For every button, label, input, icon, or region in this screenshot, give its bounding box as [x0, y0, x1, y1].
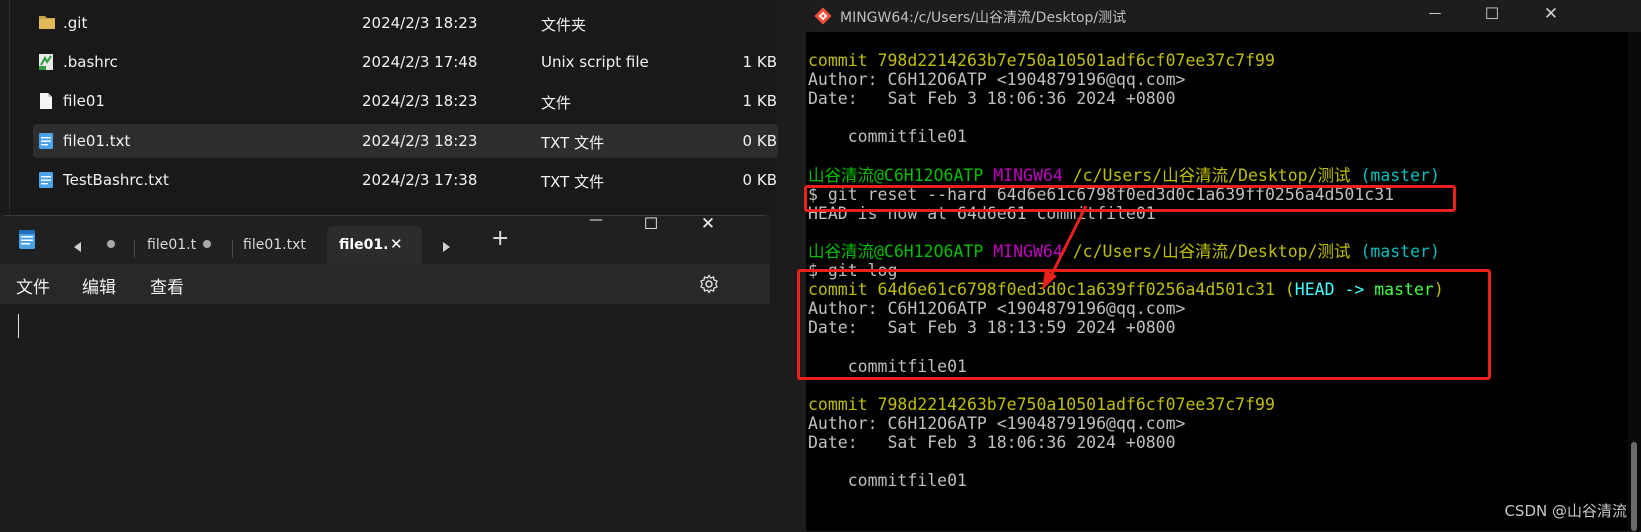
file-date: 2024/2/3 18:23: [362, 132, 478, 150]
notepad-menu-bar: 文件 编辑 查看: [0, 264, 770, 304]
reset-command-highlight: [804, 185, 1456, 212]
file-name: .bashrc: [63, 53, 118, 71]
notepad-text-area[interactable]: [0, 304, 770, 532]
file-date: 2024/2/3 17:38: [362, 171, 478, 189]
file-name: file01: [63, 92, 105, 110]
annotation-arrow: [1042, 205, 1088, 290]
text-file-icon: [38, 171, 54, 189]
tab-close-icon[interactable]: ✕: [390, 235, 403, 253]
file-row[interactable]: file01 2024/2/3 18:23 文件 1 KB: [33, 84, 778, 118]
tab-label: file01.t: [147, 237, 197, 253]
terminal-maximize-button[interactable]: ☐: [1481, 4, 1503, 23]
file-type: Unix script file: [541, 53, 649, 71]
close-button[interactable]: ✕: [697, 214, 719, 234]
menu-view[interactable]: 查看: [150, 273, 184, 298]
head-commit-highlight: [797, 269, 1491, 380]
watermark: CSDN @山谷清流: [1504, 502, 1627, 520]
scrollbar-thumb[interactable]: [1631, 442, 1637, 531]
script-file-icon: [38, 53, 54, 71]
terminal-text: Author: C6H12O6ATP <1904879196@qq.com>: [808, 70, 1186, 90]
menu-edit[interactable]: 编辑: [82, 273, 116, 298]
file-row[interactable]: .bashrc 2024/2/3 17:48 Unix script file 1 K…: [33, 45, 778, 79]
terminal-line: commitfile01: [808, 127, 967, 147]
terminal-text: Date: Sat Feb 3 18:06:36 2024 +0800: [808, 89, 1176, 109]
folder-icon: [38, 14, 55, 32]
terminal-line: Author: C6H12O6ATP <1904879196@qq.com>: [808, 70, 1186, 90]
tab-label: file01.: [339, 237, 389, 253]
tab-file01-t[interactable]: file01.t: [135, 226, 235, 264]
file-size: 1 KB: [742, 53, 777, 71]
terminal-text: commitfile01: [808, 127, 967, 147]
terminal-text: commit 798d2214263b7e750a10501adf6cf07ee…: [808, 51, 1275, 70]
terminal-line: 山谷清流@C6H12O6ATP MINGW64 /c/Users/山谷清流/De…: [808, 166, 1440, 186]
scroll-tabs-left-icon[interactable]: [72, 238, 82, 257]
terminal-text: Author: C6H12O6ATP <1904879196@qq.com>: [808, 413, 1186, 433]
file-type: 文件夹: [541, 16, 587, 34]
terminal-output[interactable]: commit 798d2214263b7e750a10501adf6cf07ee…: [797, 32, 1626, 531]
terminal-text: commit 798d2214263b7e750a10501adf6cf07ee…: [808, 394, 1275, 414]
tab-label: file01.txt: [243, 237, 306, 253]
terminal-text: MINGW64: [993, 165, 1073, 185]
notepad-window: file01.t file01.txt file01. ✕ + — ☐ ✕ 文件…: [0, 212, 770, 532]
terminal-text: /c/Users/山谷清流/Desktop/测试: [1072, 165, 1351, 185]
terminal-text: (master): [1350, 165, 1440, 185]
terminal-title: MINGW64:/c/Users/山谷清流/Desktop/测试: [840, 10, 1127, 26]
scroll-tabs-right-icon[interactable]: [442, 238, 452, 257]
file-name: TestBashrc.txt: [63, 171, 169, 189]
terminal-line: Date: Sat Feb 3 18:06:36 2024 +0800: [808, 89, 1176, 109]
terminal-close-button[interactable]: ✕: [1540, 4, 1562, 24]
terminal-line: commitfile01: [808, 471, 967, 491]
git-bash-icon: [814, 7, 832, 29]
git-bash-terminal: MINGW64:/c/Users/山谷清流/Desktop/测试 — ☐ ✕ c…: [797, 0, 1641, 531]
notepad-app-icon: [18, 230, 36, 254]
file-explorer: .git 2024/2/3 18:23 文件夹 .bashrc 2024/2/3 17:…: [0, 0, 778, 215]
file-type: 文件: [541, 94, 572, 112]
terminal-text: Date: Sat Feb 3 18:06:36 2024 +0800: [808, 433, 1176, 452]
minimize-button[interactable]: —: [585, 212, 607, 228]
file-row[interactable]: file01.txt 2024/2/3 18:23 TXT 文件 0 KB: [33, 124, 778, 158]
settings-gear-icon[interactable]: [699, 274, 719, 298]
text-file-icon: [38, 132, 54, 150]
text-caret: [18, 314, 19, 338]
terminal-line: Date: Sat Feb 3 18:06:36 2024 +0800: [808, 433, 1176, 453]
terminal-minimize-button[interactable]: —: [1424, 6, 1446, 21]
explorer-nav-divider: [9, 0, 10, 215]
file-type: TXT 文件: [541, 134, 605, 152]
file-size: 0 KB: [742, 132, 777, 150]
terminal-scrollbar[interactable]: [1628, 32, 1641, 531]
terminal-line: 山谷清流@C6H12O6ATP MINGW64 /c/Users/山谷清流/De…: [808, 242, 1440, 262]
file-row[interactable]: TestBashrc.txt 2024/2/3 17:38 TXT 文件 0 KB: [33, 163, 778, 197]
unsaved-dot-icon: [107, 240, 115, 248]
unsaved-dot-icon: [203, 240, 211, 248]
terminal-line: commit 798d2214263b7e750a10501adf6cf07ee…: [808, 51, 1275, 71]
file-name: file01.txt: [63, 132, 131, 150]
file-row[interactable]: .git 2024/2/3 18:23 文件夹: [33, 6, 778, 40]
notepad-tab-bar: file01.t file01.txt file01. ✕ + — ☐ ✕: [0, 212, 770, 264]
maximize-button[interactable]: ☐: [640, 214, 662, 233]
file-date: 2024/2/3 17:48: [362, 53, 478, 71]
terminal-text: commitfile01: [808, 471, 967, 491]
file-size: 0 KB: [742, 171, 777, 189]
terminal-line: commit 798d2214263b7e750a10501adf6cf07ee…: [808, 395, 1275, 415]
terminal-text: (master): [1350, 242, 1440, 261]
file-size: 1 KB: [742, 92, 777, 110]
menu-file[interactable]: 文件: [16, 273, 50, 298]
terminal-text: /c/Users/山谷清流/Desktop/测试: [1072, 242, 1351, 261]
tab-file01-txt[interactable]: file01.txt: [231, 226, 326, 264]
file-date: 2024/2/3 18:23: [362, 14, 478, 32]
file-date: 2024/2/3 18:23: [362, 92, 478, 110]
file-type: TXT 文件: [541, 173, 605, 191]
add-tab-button[interactable]: +: [491, 226, 509, 251]
file-name: .git: [63, 14, 88, 32]
blank-file-icon: [38, 92, 54, 110]
terminal-text: 山谷清流@C6H12O6ATP: [808, 165, 994, 185]
terminal-text: 山谷清流@C6H12O6ATP: [808, 242, 994, 261]
tab-file01-active[interactable]: file01. ✕: [327, 226, 422, 264]
terminal-line: Author: C6H12O6ATP <1904879196@qq.com>: [808, 414, 1186, 434]
terminal-title-bar: MINGW64:/c/Users/山谷清流/Desktop/测试 — ☐ ✕: [806, 0, 1641, 32]
